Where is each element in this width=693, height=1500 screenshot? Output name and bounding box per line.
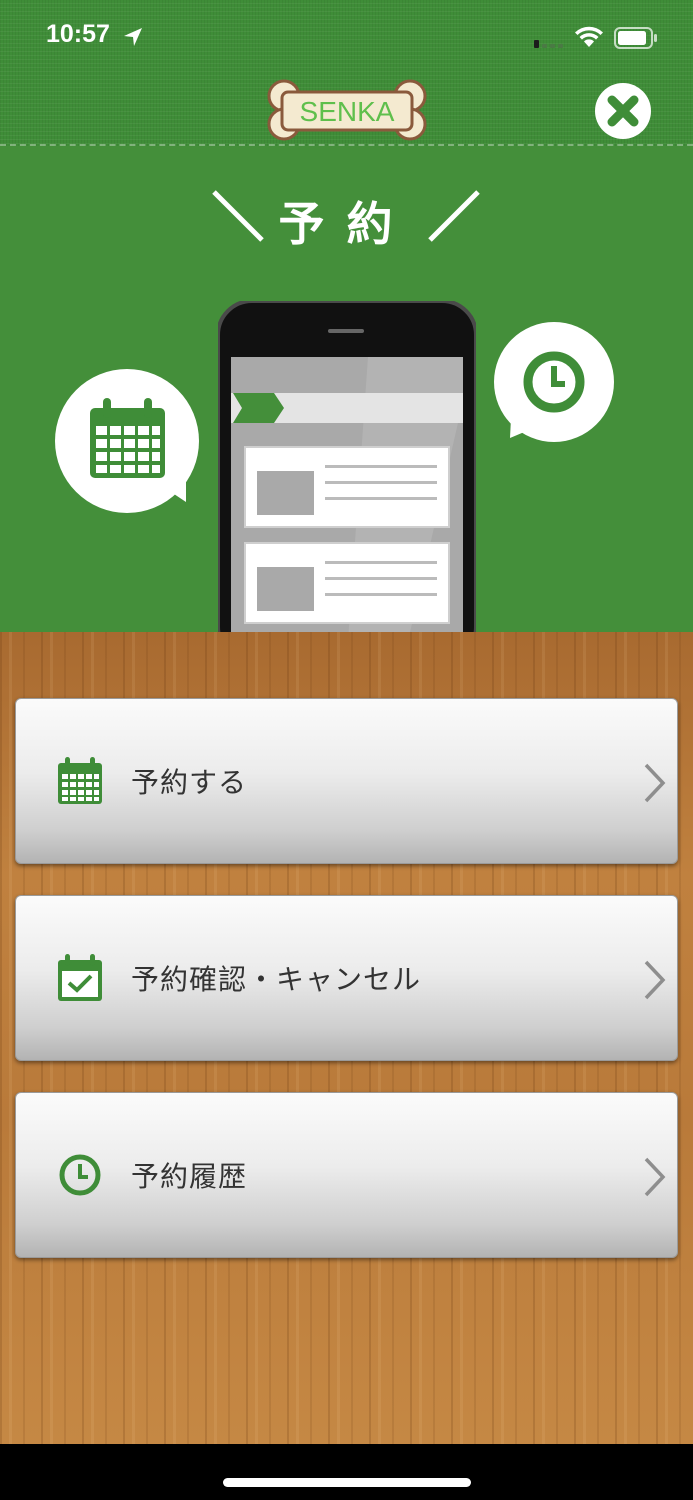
page-title: 予約 — [278, 197, 415, 251]
status-time: 10:57 — [46, 20, 110, 48]
cellular-signal-icon — [534, 40, 563, 48]
battery-icon — [614, 27, 657, 49]
calendar-icon — [58, 757, 102, 804]
hero-banner: 予約 — [0, 146, 693, 632]
calendar-bubble-illustration — [55, 369, 199, 513]
confirm-cancel-label: 予約確認・キャンセル — [131, 963, 422, 996]
location-arrow-icon — [124, 28, 142, 46]
confirm-cancel-button[interactable]: 予約確認・キャンセル — [15, 895, 678, 1061]
wifi-icon — [575, 26, 603, 47]
close-button[interactable] — [595, 83, 651, 139]
home-bar-area — [0, 1444, 693, 1500]
app-header: 10:57 SENKA — [0, 0, 693, 146]
decorative-slash-right — [428, 190, 480, 242]
clock-icon — [59, 1154, 101, 1196]
chevron-right-icon — [644, 960, 666, 1000]
history-label: 予約履歴 — [131, 1160, 248, 1193]
reserve-button[interactable]: 予約する — [15, 698, 678, 864]
home-indicator[interactable] — [223, 1478, 471, 1487]
clock-bubble-illustration — [494, 322, 614, 442]
logo-text: SENKA — [300, 96, 395, 127]
smartphone-illustration — [218, 301, 476, 632]
status-bar: 10:57 — [0, 0, 693, 70]
close-icon — [607, 95, 639, 127]
chevron-right-icon — [644, 1157, 666, 1197]
menu-area: 予約する 予約確認・キャンセル 予約履歴 — [0, 632, 693, 1444]
senka-logo: SENKA — [267, 79, 427, 141]
history-button[interactable]: 予約履歴 — [15, 1092, 678, 1258]
calendar-check-icon — [58, 954, 102, 1001]
reserve-label: 予約する — [131, 766, 248, 799]
chevron-right-icon — [644, 763, 666, 803]
